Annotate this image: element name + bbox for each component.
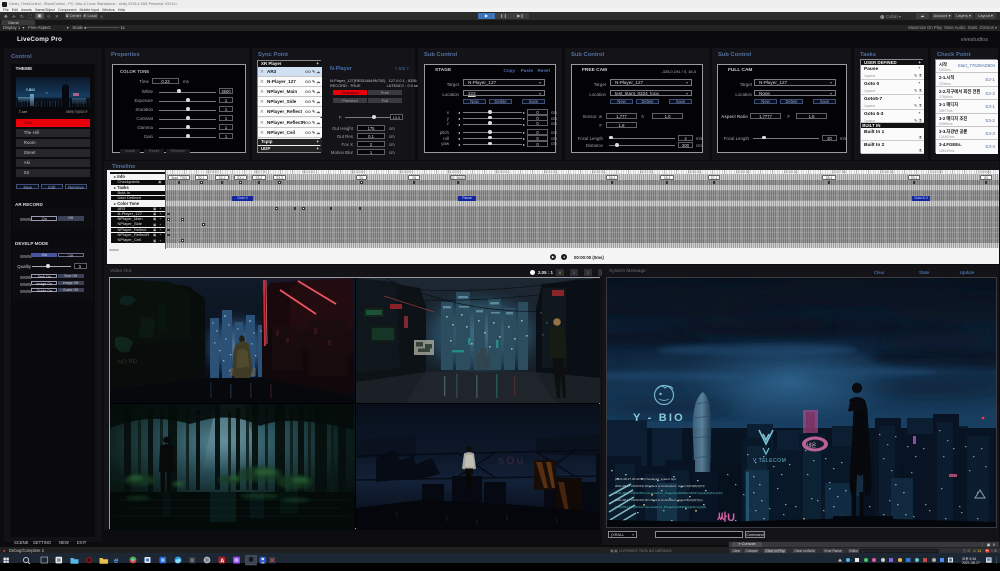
svg-text:2021-08-17: 2021-08-17 <box>962 561 980 565</box>
svg-text:e: e <box>114 556 119 565</box>
svg-text:A: A <box>220 559 224 565</box>
